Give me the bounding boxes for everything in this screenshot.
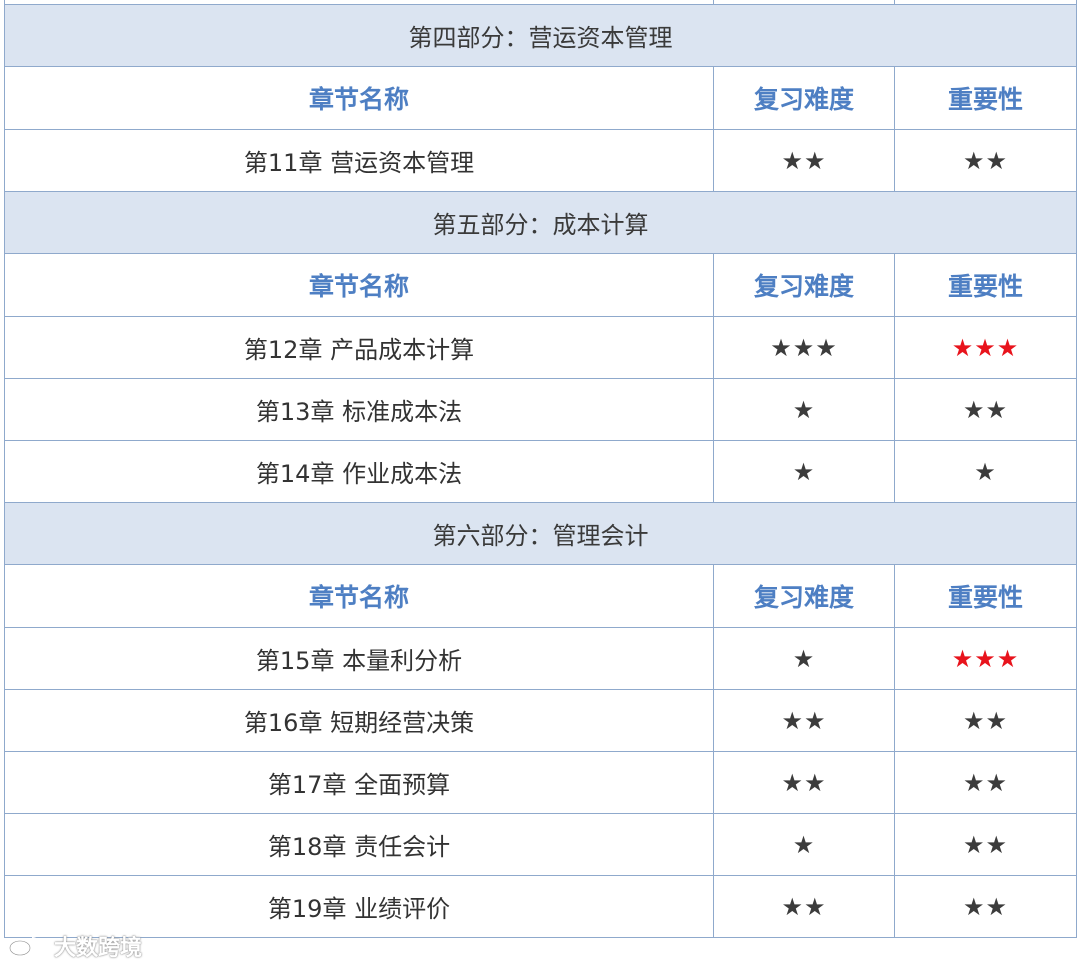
header-importance: 重要性 — [894, 564, 1077, 628]
section-title: 第五部分：成本计算 — [4, 191, 1077, 254]
importance-stars: ★★★ — [894, 627, 1077, 690]
chapter-row: 第14章 作业成本法 ★ ★ — [4, 440, 1077, 503]
chapter-name: 第15章 本量利分析 — [4, 627, 714, 690]
difficulty-stars: ★ — [713, 813, 895, 876]
chapter-row: 第18章 责任会计 ★ ★★ — [4, 813, 1077, 876]
chapter-row: 第12章 产品成本计算 ★★★ ★★★ — [4, 316, 1077, 379]
header-difficulty: 复习难度 — [713, 564, 895, 628]
chapter-name: 第12章 产品成本计算 — [4, 316, 714, 379]
chapter-row: 第19章 业绩评价 ★★ ★★ — [4, 875, 1077, 938]
chapter-name: 第13章 标准成本法 — [4, 378, 714, 441]
chapter-name: 第18章 责任会计 — [4, 813, 714, 876]
importance-stars: ★★ — [894, 689, 1077, 752]
difficulty-stars: ★★★ — [713, 316, 895, 379]
course-importance-table: 第四部分：营运资本管理 章节名称 复习难度 重要性 第11章 营运资本管理 ★★… — [4, 0, 1077, 938]
watermark: 大数跨境 — [8, 930, 142, 962]
header-importance: 重要性 — [894, 66, 1077, 130]
difficulty-stars: ★ — [713, 440, 895, 503]
importance-stars: ★ — [894, 440, 1077, 503]
difficulty-stars: ★ — [713, 378, 895, 441]
chapter-row: 第15章 本量利分析 ★ ★★★ — [4, 627, 1077, 690]
importance-stars: ★★ — [894, 813, 1077, 876]
section-row: 第五部分：成本计算 — [4, 191, 1077, 254]
difficulty-stars: ★★ — [713, 751, 895, 814]
chapter-name: 第11章 营运资本管理 — [4, 129, 714, 192]
section-title: 第六部分：管理会计 — [4, 502, 1077, 565]
difficulty-stars: ★★ — [713, 875, 895, 938]
difficulty-stars: ★ — [713, 627, 895, 690]
header-difficulty: 复习难度 — [713, 66, 895, 130]
chapter-row: 第16章 短期经营决策 ★★ ★★ — [4, 689, 1077, 752]
header-chapter-name: 章节名称 — [4, 66, 714, 130]
column-header-row: 章节名称 复习难度 重要性 — [4, 564, 1077, 628]
chapter-row: 第13章 标准成本法 ★ ★★ — [4, 378, 1077, 441]
importance-stars: ★★ — [894, 378, 1077, 441]
watermark-text: 大数跨境 — [54, 936, 143, 961]
importance-stars: ★★ — [894, 875, 1077, 938]
header-chapter-name: 章节名称 — [4, 253, 714, 317]
chapter-row: 第11章 营运资本管理 ★★ ★★ — [4, 129, 1077, 192]
difficulty-stars: ★★ — [713, 129, 895, 192]
chapter-name: 第17章 全面预算 — [4, 751, 714, 814]
chapter-row: 第17章 全面预算 ★★ ★★ — [4, 751, 1077, 814]
chapter-name: 第19章 业绩评价 — [4, 875, 714, 938]
importance-stars: ★★★ — [894, 316, 1077, 379]
importance-stars: ★★ — [894, 751, 1077, 814]
header-importance: 重要性 — [894, 253, 1077, 317]
column-header-row: 章节名称 复习难度 重要性 — [4, 66, 1077, 130]
section-title: 第四部分：营运资本管理 — [4, 4, 1077, 67]
header-difficulty: 复习难度 — [713, 253, 895, 317]
chapter-name: 第14章 作业成本法 — [4, 440, 714, 503]
section-row: 第四部分：营运资本管理 — [4, 4, 1077, 67]
section-row: 第六部分：管理会计 — [4, 502, 1077, 565]
weibo-logo-icon — [8, 937, 41, 957]
column-header-row: 章节名称 复习难度 重要性 — [4, 253, 1077, 317]
difficulty-stars: ★★ — [713, 689, 895, 752]
header-chapter-name: 章节名称 — [4, 564, 714, 628]
chapter-name: 第16章 短期经营决策 — [4, 689, 714, 752]
importance-stars: ★★ — [894, 129, 1077, 192]
